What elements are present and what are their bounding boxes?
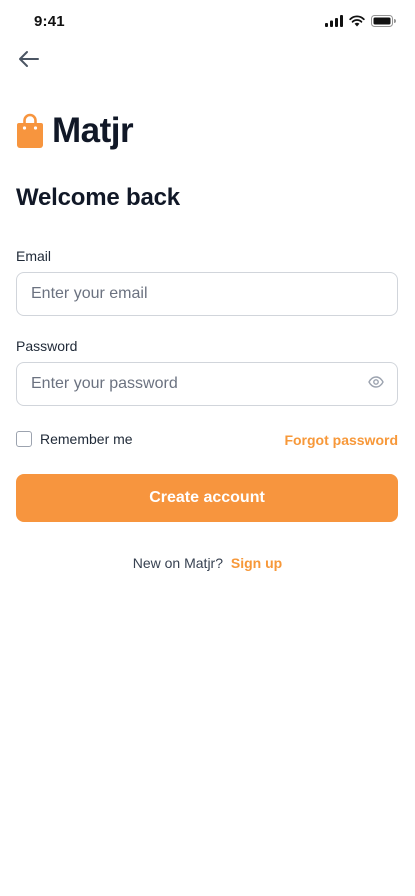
remember-me-label: Remember me — [40, 431, 133, 447]
brand-name: Matjr — [52, 111, 134, 150]
wifi-icon — [349, 14, 365, 32]
login-screen: 9:41 Matjr Welcome back Email Enter your… — [0, 0, 415, 896]
status-bar: 9:41 — [0, 0, 415, 44]
back-button[interactable] — [16, 48, 42, 74]
status-icons — [325, 14, 396, 32]
signup-prompt-text: New on Matjr? — [132, 555, 224, 571]
arrow-left-icon — [18, 50, 40, 73]
email-label: Email — [16, 248, 52, 264]
forgot-password-link[interactable]: Forgot password — [284, 432, 398, 448]
battery-icon — [371, 14, 396, 32]
password-label: Password — [16, 338, 78, 354]
email-field[interactable] — [16, 272, 398, 316]
signal-icon — [325, 14, 343, 32]
sign-up-link[interactable]: Sign up — [231, 555, 282, 571]
show-password-button[interactable] — [366, 375, 386, 393]
page-title: Welcome back — [16, 184, 180, 211]
create-account-button[interactable]: Create account — [16, 474, 398, 522]
checkbox-box[interactable] — [16, 431, 32, 447]
password-field[interactable] — [16, 362, 398, 406]
shopping-bag-icon — [17, 113, 43, 148]
brand-logo: Matjr — [16, 111, 134, 150]
status-time: 9:41 — [34, 13, 65, 30]
eye-icon — [368, 375, 384, 393]
signup-prompt: New on Matjr? Sign up — [0, 555, 415, 571]
remember-me-checkbox[interactable]: Remember me — [16, 431, 133, 447]
